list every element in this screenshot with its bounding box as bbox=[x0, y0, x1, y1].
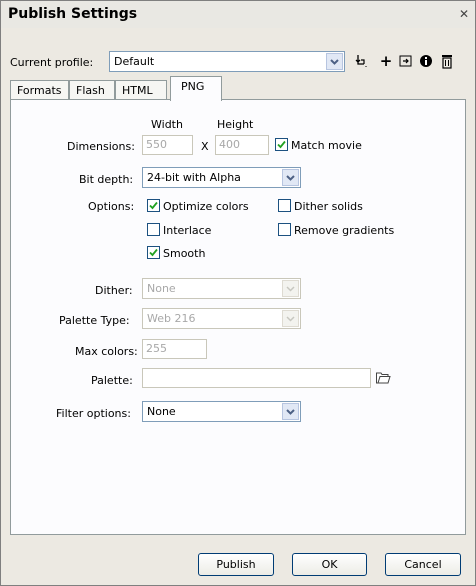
window-title: Publish Settings bbox=[8, 6, 138, 22]
max-colors-label: Max colors: bbox=[75, 345, 138, 358]
add-profile-icon[interactable]: + bbox=[377, 52, 395, 70]
bit-depth-value: 24-bit with Alpha bbox=[147, 171, 241, 184]
current-profile-value: Default bbox=[114, 55, 155, 68]
dither-solids-label: Dither solids bbox=[294, 200, 363, 213]
palette-type-value: Web 216 bbox=[147, 312, 196, 325]
dimensions-label: Dimensions: bbox=[67, 140, 135, 153]
palette-type-label: Palette Type: bbox=[59, 314, 130, 327]
delete-profile-icon[interactable] bbox=[438, 52, 456, 70]
ok-button[interactable]: OK bbox=[292, 553, 367, 576]
cancel-button-label: Cancel bbox=[404, 558, 442, 571]
remove-gradients-checkbox[interactable] bbox=[278, 223, 291, 236]
profile-info-icon[interactable] bbox=[417, 52, 435, 70]
smooth-label: Smooth bbox=[163, 247, 206, 260]
palette-type-select[interactable]: Web 216 bbox=[142, 308, 301, 329]
filter-options-select[interactable]: None bbox=[142, 401, 301, 422]
chevron-down-icon bbox=[282, 403, 299, 420]
interlace-checkbox[interactable] bbox=[147, 223, 160, 236]
remove-gradients-label: Remove gradients bbox=[294, 224, 395, 237]
bit-depth-select[interactable]: 24-bit with Alpha bbox=[142, 167, 301, 188]
match-movie-checkbox[interactable] bbox=[275, 138, 288, 151]
ok-button-label: OK bbox=[321, 558, 338, 571]
options-label: Options: bbox=[88, 200, 135, 213]
width-label: Width bbox=[151, 118, 183, 131]
palette-label: Palette: bbox=[91, 374, 133, 387]
tab-html-label: HTML bbox=[122, 84, 153, 97]
optimize-colors-label: Optimize colors bbox=[163, 200, 249, 213]
dither-select[interactable]: None bbox=[142, 278, 301, 299]
folder-icon[interactable] bbox=[375, 369, 391, 385]
import-export-icon[interactable] bbox=[352, 52, 370, 70]
chevron-down-icon bbox=[282, 169, 299, 186]
duplicate-profile-icon[interactable] bbox=[397, 52, 415, 70]
current-profile-label: Current profile: bbox=[10, 56, 94, 69]
tab-png[interactable]: PNG bbox=[170, 76, 222, 101]
match-movie-label: Match movie bbox=[291, 139, 362, 152]
chevron-down-icon bbox=[326, 53, 343, 70]
smooth-checkbox[interactable] bbox=[147, 246, 160, 259]
tab-flash[interactable]: Flash bbox=[69, 80, 115, 100]
height-input[interactable]: 400 bbox=[215, 135, 269, 155]
title-bar: Publish Settings ✕ bbox=[1, 1, 475, 28]
dimensions-x-label: X bbox=[201, 140, 209, 153]
filter-options-label: Filter options: bbox=[56, 407, 131, 420]
bit-depth-label: Bit depth: bbox=[79, 173, 134, 186]
tab-html[interactable]: HTML bbox=[115, 80, 167, 100]
chevron-down-icon bbox=[282, 310, 299, 327]
tab-formats-label: Formats bbox=[17, 84, 62, 97]
dither-label: Dither: bbox=[95, 284, 133, 297]
dither-solids-checkbox[interactable] bbox=[278, 199, 291, 212]
tab-flash-label: Flash bbox=[76, 84, 105, 97]
dither-value: None bbox=[147, 282, 176, 295]
publish-button[interactable]: Publish bbox=[198, 553, 274, 576]
close-icon[interactable]: ✕ bbox=[457, 7, 471, 21]
tab-formats[interactable]: Formats bbox=[10, 80, 69, 100]
cancel-button[interactable]: Cancel bbox=[385, 553, 461, 576]
palette-input[interactable] bbox=[142, 368, 371, 388]
current-profile-select[interactable]: Default bbox=[109, 51, 345, 72]
chevron-down-icon bbox=[282, 280, 299, 297]
publish-button-label: Publish bbox=[216, 558, 256, 571]
max-colors-input[interactable]: 255 bbox=[142, 339, 207, 359]
width-input[interactable]: 550 bbox=[142, 135, 193, 155]
optimize-colors-checkbox[interactable] bbox=[147, 199, 160, 212]
height-label: Height bbox=[217, 118, 254, 131]
publish-settings-dialog: Publish Settings ✕ Current profile: Defa… bbox=[0, 0, 476, 586]
tab-png-label: PNG bbox=[181, 80, 205, 93]
interlace-label: Interlace bbox=[163, 224, 212, 237]
filter-options-value: None bbox=[147, 405, 176, 418]
